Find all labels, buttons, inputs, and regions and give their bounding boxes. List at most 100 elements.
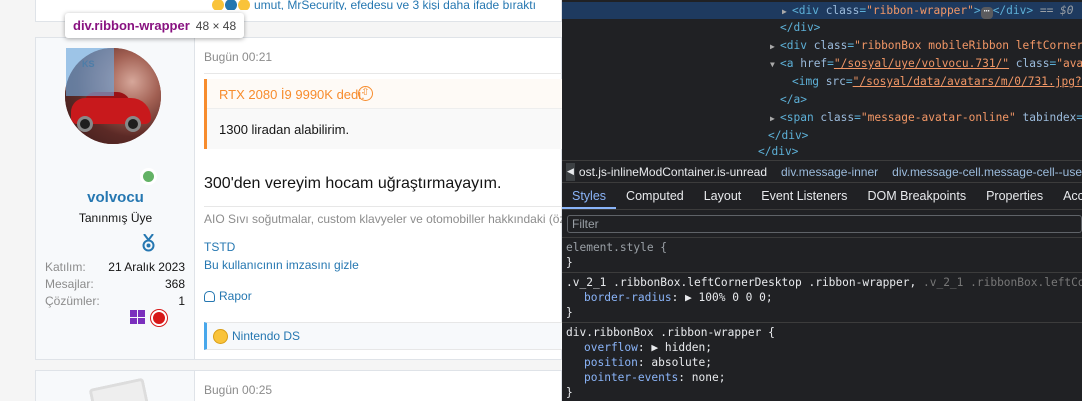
dom-node-selected[interactable]: ▶ <div class="ribbon-wrapper"> ⋯ </div> == … bbox=[562, 2, 1082, 19]
dom-tag: <div bbox=[792, 4, 826, 17]
dom-attr-name: src bbox=[825, 75, 846, 88]
tab-event-listeners[interactable]: Event Listeners bbox=[751, 184, 857, 209]
devtools-subtabs: Styles Computed Layout Event Listeners D… bbox=[562, 184, 1082, 210]
rule-close: } bbox=[566, 386, 573, 399]
breadcrumb-scroll-left-icon[interactable]: ◀ bbox=[566, 162, 575, 181]
stat-value: 368 bbox=[164, 277, 185, 291]
username[interactable]: volvocu bbox=[36, 189, 195, 206]
signature-link[interactable]: TSTD bbox=[204, 240, 235, 254]
breadcrumb-item[interactable]: ost.js-inlineModContainer.is-unread bbox=[579, 165, 767, 179]
next-post-date[interactable]: Bugün 00:25 bbox=[204, 383, 272, 397]
tab-styles[interactable]: Styles bbox=[562, 184, 617, 209]
dom-node[interactable]: </a> bbox=[562, 91, 807, 108]
style-property[interactable]: position: absolute; bbox=[566, 355, 1078, 370]
rule-selector-line[interactable]: .v_2_1 .ribbonBox.leftCornerDesktop .rib… bbox=[566, 275, 1082, 290]
rule-selector[interactable]: div.ribbonBox .ribbon-wrapper { bbox=[566, 325, 1078, 340]
dom-attr-value: "message-avatar-online" bbox=[860, 111, 1016, 124]
dom-tag: </div> bbox=[780, 21, 821, 34]
dom-breadcrumbs: ◀ ost.js-inlineModContainer.is-unread di… bbox=[562, 160, 1082, 183]
dom-node[interactable]: </div> bbox=[562, 143, 798, 160]
stat-solutions: Çözümler: 1 bbox=[45, 293, 185, 310]
expand-triangle-icon[interactable]: ▶ bbox=[782, 3, 792, 20]
property-value[interactable]: none; bbox=[692, 371, 726, 384]
post-date[interactable]: Bugün 00:21 bbox=[204, 50, 272, 64]
inspect-tooltip: div.ribbon-wrapper 48 × 48 bbox=[65, 13, 245, 38]
dom-selected-marker: == $0 bbox=[1033, 4, 1074, 17]
expand-triangle-icon[interactable]: ▶ bbox=[770, 38, 780, 55]
devtools-panel: ▶ <div class="ribbon-wrapper"> ⋯ </div> == … bbox=[562, 0, 1082, 401]
dom-node[interactable]: ▼ <a href="/sosyal/uye/volvocu.731/" clas… bbox=[562, 55, 1082, 72]
stat-value: 1 bbox=[178, 294, 185, 308]
tooltip-size: 48 × 48 bbox=[195, 18, 237, 33]
collapse-triangle-icon[interactable]: ▼ bbox=[770, 56, 780, 73]
styles-filter-bar: Filter bbox=[562, 210, 1082, 238]
signature-text: AIO Sıvı soğutmalar, custom klavyeler ve… bbox=[204, 212, 562, 226]
online-status-indicator[interactable] bbox=[140, 168, 157, 185]
tooltip-selector: div.ribbon-wrapper bbox=[73, 18, 190, 33]
collapsed-content-icon[interactable]: ⋯ bbox=[980, 7, 993, 19]
rule-selector: .v_2_1 .ribbonBox.leftCornerDesktop .rib… bbox=[566, 276, 917, 289]
next-avatar[interactable] bbox=[88, 377, 150, 401]
expand-triangle-icon[interactable]: ▶ bbox=[685, 291, 698, 304]
tab-computed[interactable]: Computed bbox=[616, 184, 694, 209]
dom-tag: </div> bbox=[992, 4, 1034, 17]
next-message-post: Bugün 00:25 bbox=[35, 370, 562, 401]
property-name[interactable]: border-radius bbox=[584, 291, 672, 304]
expand-triangle-icon[interactable]: ▶ bbox=[770, 110, 780, 127]
property-name[interactable]: overflow bbox=[584, 341, 638, 354]
breadcrumb-item[interactable]: div.message-inner bbox=[781, 165, 878, 179]
property-name[interactable]: position bbox=[584, 356, 638, 369]
medal-icon[interactable] bbox=[141, 234, 156, 252]
dom-tag: <div bbox=[780, 39, 814, 52]
quote-author[interactable]: RTX 2080 İ9 9990K dedi: bbox=[219, 87, 365, 102]
tab-properties[interactable]: Properties bbox=[976, 184, 1053, 209]
go-to-quote-icon[interactable]: ⇧ bbox=[358, 86, 373, 101]
property-value[interactable]: absolute; bbox=[651, 356, 712, 369]
amd-icon bbox=[151, 310, 167, 326]
dom-attr-value: "ribbon-wrapper" bbox=[866, 4, 974, 17]
dom-attr-link[interactable]: "/sosyal/uye/volvocu.731/" bbox=[834, 57, 1009, 70]
dom-node[interactable]: ▶ <div class="ribbonBox mobileRibbon left… bbox=[562, 37, 1082, 54]
style-rule-ribbon-wrapper: div.ribbonBox .ribbon-wrapper { overflow… bbox=[562, 323, 1082, 401]
property-value[interactable]: 100% 0 0 0; bbox=[699, 291, 773, 304]
report-button[interactable]: Rapor bbox=[204, 289, 252, 303]
breadcrumb-item[interactable]: div.message-cell.message-cell--use bbox=[892, 165, 1082, 179]
style-property[interactable]: pointer-events: none; bbox=[566, 370, 1078, 385]
forum-page: umut, MrSecurity, efedesu ve 3 kişi daha… bbox=[0, 0, 562, 401]
dom-attr-name: class bbox=[813, 39, 848, 52]
quote-block: RTX 2080 İ9 9990K dedi: ⇧ 1300 liradan a… bbox=[204, 79, 562, 149]
reactions-text[interactable]: umut, MrSecurity, efedesu ve 3 kişi daha… bbox=[254, 0, 536, 10]
windows-icon bbox=[130, 310, 145, 324]
dom-attr-link[interactable]: "/sosyal/data/avatars/m/0/731.jpg?1 bbox=[853, 75, 1082, 88]
reaction-icons bbox=[212, 0, 250, 10]
laugh-emoji-icon bbox=[213, 328, 228, 344]
tab-accessibility[interactable]: Accessib bbox=[1053, 184, 1082, 209]
tab-layout[interactable]: Layout bbox=[694, 184, 752, 209]
dom-node[interactable]: </div> bbox=[562, 127, 808, 144]
reaction-user[interactable]: Nintendo DS bbox=[232, 329, 300, 343]
dom-tag: </a> bbox=[780, 93, 807, 106]
rule-selector-dim: .v_2_1 .ribbonBox.leftCorne bbox=[922, 276, 1082, 289]
dom-attr-name: class bbox=[820, 111, 855, 124]
dom-node[interactable]: </div> bbox=[562, 19, 820, 36]
ribbon-text: KS bbox=[82, 59, 95, 69]
styles-pane: element.style { } .v_2_1 .ribbonBox.left… bbox=[562, 238, 1082, 401]
stat-value: 21 Aralık 2023 bbox=[108, 260, 185, 274]
previous-post-reactions[interactable]: umut, MrSecurity, efedesu ve 3 kişi daha… bbox=[212, 0, 536, 10]
dom-tag: <span bbox=[780, 111, 821, 124]
dom-node[interactable]: ▶ <span class="message-avatar-online" tab… bbox=[562, 109, 1082, 126]
stat-messages: Mesajlar: 368 bbox=[45, 276, 185, 293]
style-property[interactable]: overflow: ▶ hidden; bbox=[566, 340, 1078, 355]
property-name[interactable]: pointer-events bbox=[584, 371, 678, 384]
reactions-bar[interactable]: Nintendo DS bbox=[204, 322, 562, 350]
styles-filter-input[interactable]: Filter bbox=[567, 215, 1082, 233]
hide-signature-link[interactable]: Bu kullanıcının imzasını gizle bbox=[204, 258, 359, 272]
tab-dom-breakpoints[interactable]: DOM Breakpoints bbox=[857, 184, 976, 209]
rule-selector[interactable]: element.style { bbox=[566, 240, 1078, 255]
signature-divider bbox=[204, 206, 562, 207]
style-property[interactable]: border-radius: ▶ 100% 0 0 0; bbox=[566, 290, 1078, 305]
dom-node[interactable]: <img src="/sosyal/data/avatars/m/0/731.j… bbox=[562, 73, 1082, 90]
expand-triangle-icon[interactable]: ▶ bbox=[651, 341, 664, 354]
property-value[interactable]: hidden; bbox=[665, 341, 712, 354]
stat-label: Mesajlar: bbox=[45, 277, 94, 291]
